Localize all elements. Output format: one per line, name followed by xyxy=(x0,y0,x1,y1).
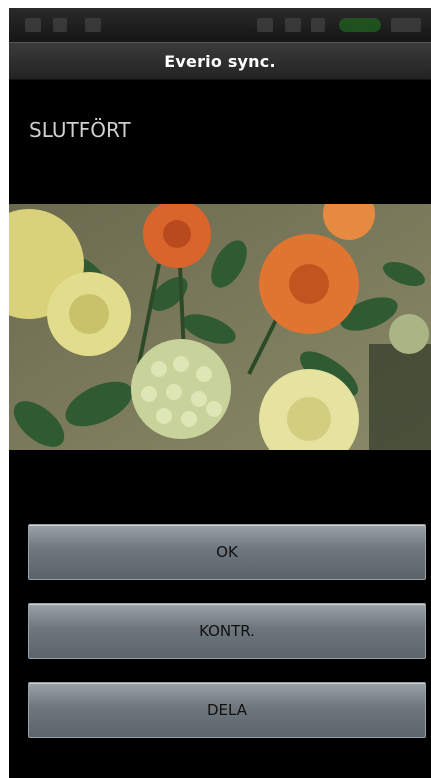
mobile-icon xyxy=(311,18,325,32)
ok-button[interactable]: OK xyxy=(28,524,426,580)
app-screen: Everio sync. SLUTFÖRT OK KONTR. DELA xyxy=(9,8,431,778)
kontr-button[interactable]: KONTR. xyxy=(28,603,426,659)
flower-photo-icon xyxy=(9,204,431,450)
title-bar: Everio sync. xyxy=(9,42,431,80)
dela-button[interactable]: DELA xyxy=(28,682,426,738)
status-bar xyxy=(9,8,431,42)
battery-icon xyxy=(339,18,381,32)
app-title: Everio sync. xyxy=(164,51,276,71)
download-icon xyxy=(53,18,67,32)
wifi-icon xyxy=(257,18,273,32)
usb-icon xyxy=(85,18,101,32)
clock-icon xyxy=(391,18,421,32)
notification-icon xyxy=(25,18,41,32)
status-text: SLUTFÖRT xyxy=(29,118,131,142)
photo-preview xyxy=(9,204,431,450)
signal-icon xyxy=(285,18,301,32)
